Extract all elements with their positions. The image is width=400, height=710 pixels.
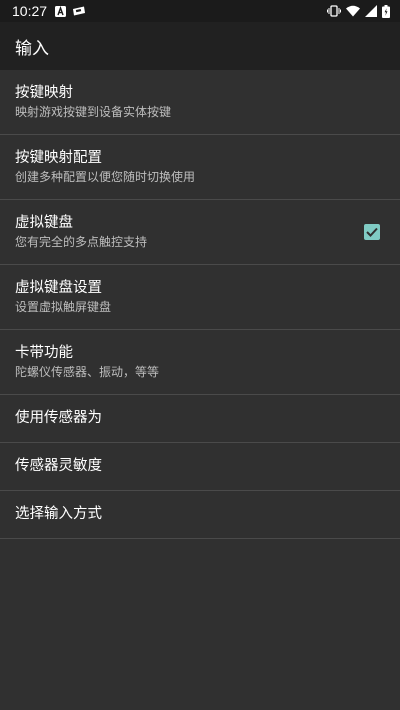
status-left-icons: [55, 5, 86, 17]
pref-virtual-keyboard-settings[interactable]: 虚拟键盘设置 设置虚拟触屏键盘: [0, 265, 400, 330]
pref-title: 虚拟键盘设置: [15, 279, 102, 296]
pref-summary: 您有完全的多点触控支持: [15, 234, 148, 249]
pref-title: 卡带功能: [15, 344, 73, 361]
game-notification-icon: [72, 6, 86, 16]
pref-select-input-method[interactable]: 选择输入方式: [0, 491, 400, 539]
status-right-icons: [327, 4, 390, 18]
status-time: 10:27: [12, 3, 48, 19]
pref-key-mapping[interactable]: 按键映射 映射游戏按键到设备实体按键: [0, 70, 400, 135]
pref-cartridge-features[interactable]: 卡带功能 陀螺仪传感器、振动，等等: [0, 330, 400, 395]
vibrate-icon: [327, 5, 341, 17]
pref-use-sensor-as[interactable]: 使用传感器为: [0, 395, 400, 443]
pref-title: 虚拟键盘: [15, 214, 73, 231]
app-bar: 输入: [0, 22, 400, 70]
status-bar: 10:27: [0, 0, 400, 22]
pref-title: 选择输入方式: [15, 506, 102, 522]
pref-sensor-sensitivity[interactable]: 传感器灵敏度: [0, 443, 400, 491]
pref-summary: 设置虚拟触屏键盘: [15, 299, 112, 314]
pref-summary: 陀螺仪传感器、振动，等等: [15, 364, 160, 379]
check-icon: [366, 227, 378, 237]
pref-title: 传感器灵敏度: [15, 458, 102, 474]
pref-summary: 创建多种配置以便您随时切换使用: [15, 169, 196, 184]
wifi-icon: [346, 5, 360, 17]
pref-title: 使用传感器为: [15, 410, 102, 426]
battery-icon: [382, 4, 390, 18]
pref-virtual-keyboard[interactable]: 虚拟键盘 您有完全的多点触控支持: [0, 200, 400, 265]
virtual-keyboard-checkbox[interactable]: [364, 224, 380, 240]
pref-key-mapping-config[interactable]: 按键映射配置 创建多种配置以便您随时切换使用: [0, 135, 400, 200]
pref-title: 按键映射配置: [15, 149, 102, 166]
settings-list: 按键映射 映射游戏按键到设备实体按键 按键映射配置 创建多种配置以便您随时切换使…: [0, 70, 400, 539]
pref-title: 按键映射: [15, 84, 73, 101]
page-title: 输入: [15, 38, 49, 59]
signal-icon: [365, 5, 377, 17]
pref-summary: 映射游戏按键到设备实体按键: [15, 104, 172, 119]
a-notification-icon: [55, 5, 67, 17]
